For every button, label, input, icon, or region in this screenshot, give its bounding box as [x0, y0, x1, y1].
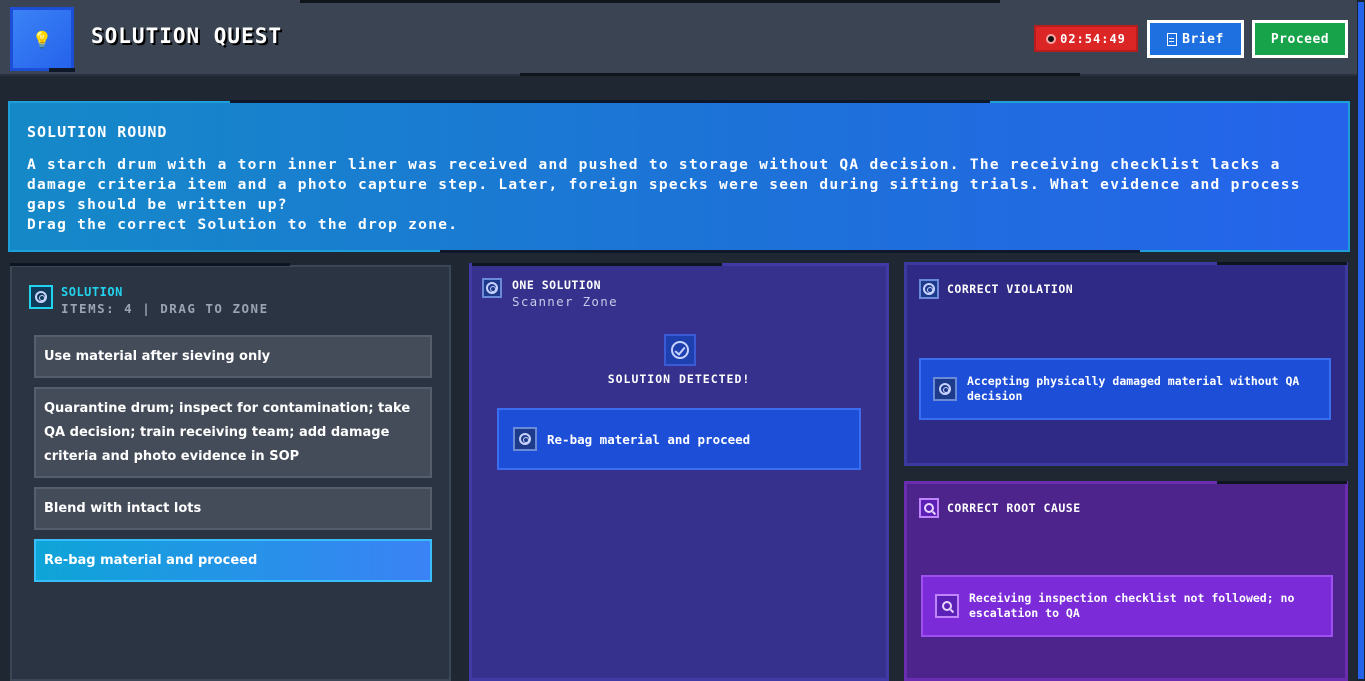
brief-button-label: Brief: [1182, 31, 1224, 47]
solution-panel-header: SOLUTION ITEMS: 4 | DRAG TO ZONE: [29, 285, 269, 316]
lightbulb-icon: 💡: [32, 29, 52, 49]
dropped-solution-card[interactable]: Re-bag material and proceed: [497, 408, 861, 470]
clock-icon: [1046, 33, 1057, 44]
correct-root-cause-panel: CORRECT ROOT CAUSE Receiving inspection …: [904, 481, 1348, 681]
round-instruction: Drag the correct Solution to the drop zo…: [27, 217, 459, 233]
solution-option[interactable]: Use material after sieving only: [34, 335, 432, 378]
solution-option[interactable]: Quarantine drum; inspect for contaminati…: [34, 387, 432, 478]
root-cause-header: CORRECT ROOT CAUSE: [919, 498, 1081, 518]
zone-subtitle: Scanner Zone: [512, 294, 618, 309]
violation-card: Accepting physically damaged material wi…: [919, 358, 1331, 420]
app-logo: 💡: [10, 7, 75, 72]
app-title: SOLUTION QUEST: [91, 24, 283, 48]
solution-panel-subtitle: ITEMS: 4 | DRAG TO ZONE: [61, 301, 269, 316]
target-icon: [933, 377, 957, 401]
solution-panel: SOLUTION ITEMS: 4 | DRAG TO ZONE Use mat…: [10, 263, 451, 681]
round-title: SOLUTION ROUND: [27, 123, 168, 141]
countdown-timer: 02:54:49: [1034, 25, 1138, 52]
dropped-solution-label: Re-bag material and proceed: [547, 431, 751, 447]
zone-title: ONE SOLUTION: [512, 278, 602, 292]
check-circle-icon: [664, 334, 696, 366]
zone-header: ONE SOLUTION Scanner Zone: [482, 278, 618, 309]
violation-text: Accepting physically damaged material wi…: [967, 374, 1300, 403]
solution-panel-title: SOLUTION: [61, 285, 123, 299]
round-question: A starch drum with a torn inner liner wa…: [27, 157, 1301, 213]
target-icon: [919, 279, 939, 299]
detection-status: SOLUTION DETECTED!: [607, 372, 751, 386]
correct-violation-panel: CORRECT VIOLATION Accepting physically d…: [904, 262, 1348, 466]
scrollbar-thumb[interactable]: [1358, 2, 1364, 679]
top-header: 💡 SOLUTION QUEST 02:54:49 Brief Proceed: [0, 0, 1357, 76]
root-cause-text: Receiving inspection checklist not follo…: [969, 591, 1295, 620]
target-icon: [482, 278, 502, 298]
proceed-button-label: Proceed: [1270, 31, 1330, 47]
proceed-button[interactable]: Proceed: [1252, 20, 1348, 58]
solution-option[interactable]: Blend with intact lots: [34, 487, 432, 530]
brief-button[interactable]: Brief: [1147, 20, 1244, 58]
violation-title: CORRECT VIOLATION: [947, 282, 1074, 296]
root-cause-title: CORRECT ROOT CAUSE: [947, 501, 1081, 515]
timer-value: 02:54:49: [1060, 31, 1126, 46]
round-banner: SOLUTION ROUND A starch drum with a torn…: [8, 100, 1350, 253]
document-icon: [1167, 32, 1178, 46]
solution-option-selected[interactable]: Re-bag material and proceed: [34, 539, 432, 582]
violation-header: CORRECT VIOLATION: [919, 279, 1073, 299]
root-cause-card: Receiving inspection checklist not follo…: [921, 575, 1333, 637]
target-icon: [29, 285, 53, 309]
scanner-drop-zone[interactable]: ONE SOLUTION Scanner Zone SOLUTION DETEC…: [469, 263, 889, 681]
magnifier-icon: [935, 594, 959, 618]
target-icon: [513, 427, 537, 451]
magnifier-icon: [919, 498, 939, 518]
